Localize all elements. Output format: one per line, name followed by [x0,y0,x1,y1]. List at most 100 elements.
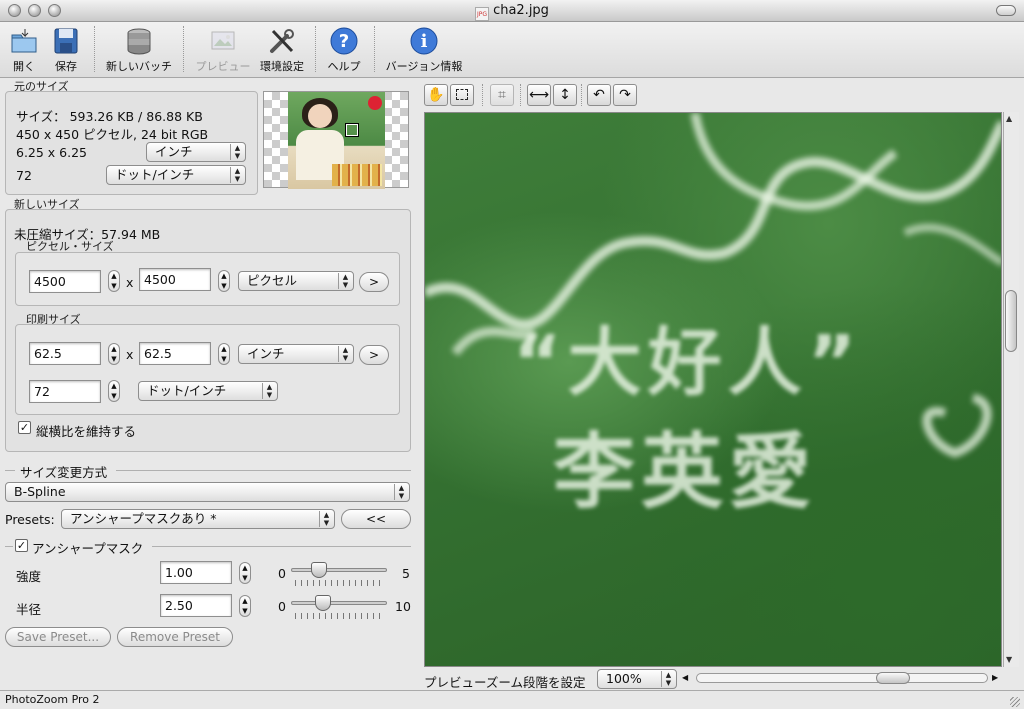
strength-input[interactable]: 1.00 [160,561,232,584]
zoom-step-label: プレビューズーム段階を設定 [424,675,586,690]
open-button[interactable]: 開く [6,26,42,74]
pixel-width-input[interactable]: 4500 [29,270,101,293]
remove-preset-button[interactable]: Remove Preset [117,627,233,647]
unsharp-mask-label: アンシャープマスク [32,541,144,556]
radius-max-label: 10 [395,599,411,614]
selection-tool-button[interactable] [450,84,474,106]
original-resolution-text: 72 [16,168,32,183]
preview-canvas[interactable]: “大好人” 李英愛 [424,112,1002,667]
flip-horizontal-button[interactable]: ⟷ [527,84,551,106]
pixel-width-stepper[interactable]: ▲ ▼ [108,270,120,292]
radius-min-label: 0 [278,599,286,614]
version-info-button[interactable]: i バージョン情報 [382,26,466,74]
resolution-input[interactable]: 72 [29,380,101,403]
print-height-input[interactable]: 62.5 [139,342,211,365]
scroll-right-arrow-icon[interactable]: ▶ [992,670,998,686]
resolution-stepper[interactable]: ▲ ▼ [108,380,120,402]
print-width-input[interactable]: 62.5 [29,342,101,365]
zoom-level-select[interactable]: 100% ▲ ▼ [597,669,677,689]
radius-input[interactable]: 2.50 [160,594,232,617]
chevron-updown-icon: ▲ ▼ [338,346,352,362]
toolbar-separator [315,26,316,72]
save-button[interactable]: 保存 [48,26,84,74]
toolbar-separator [482,84,483,106]
scroll-down-arrow-icon[interactable]: ▼ [1006,655,1012,664]
radius-slider-ticks [295,613,383,619]
collapse-presets-button[interactable]: << [341,509,411,529]
new-batch-label: 新しいバッチ [106,60,172,73]
preview-horizontal-scrollbar[interactable]: ◀ ▶ [682,670,1002,686]
strength-min-label: 0 [278,566,286,581]
version-info-label: バージョン情報 [385,60,463,73]
strength-slider-thumb[interactable] [311,562,327,578]
radius-stepper[interactable]: ▲ ▼ [239,595,251,617]
folder-icon [9,26,39,56]
original-resolution-unit-select[interactable]: ドット/インチ ▲ ▼ [106,165,246,185]
pixel-unit-select[interactable]: ピクセル ▲ ▼ [238,271,354,291]
toolbar-toggle-button[interactable] [996,5,1016,16]
preview-button[interactable]: プレビュー [192,26,254,74]
resolution-unit-select[interactable]: ドット/インチ ▲ ▼ [138,381,278,401]
horizontal-arrows-icon: ⟷ [528,87,550,103]
chevron-updown-icon: ▲ ▼ [319,511,333,527]
resize-method-select[interactable]: B-Spline ▲ ▼ [5,482,410,502]
scroll-left-arrow-icon[interactable]: ◀ [682,670,688,686]
rotate-left-button[interactable]: ↶ [587,84,611,106]
divider [152,546,411,547]
strength-max-label: 5 [402,566,410,581]
thumbnail-preview[interactable] [263,91,409,189]
toolbar-separator [183,26,184,72]
times-symbol: x [126,347,134,362]
pixel-size-expand-button[interactable]: > [359,272,389,292]
help-button[interactable]: ? ヘルプ [324,26,364,74]
divider [5,546,13,547]
preview-label: プレビュー [195,60,251,73]
radius-slider-thumb[interactable] [315,595,331,611]
new-batch-button[interactable]: 新しいバッチ [102,26,176,74]
chevron-updown-icon: ▲ ▼ [230,167,244,183]
horizontal-scroll-thumb[interactable] [876,672,910,684]
preferences-button[interactable]: 環境設定 [258,26,306,74]
strength-stepper[interactable]: ▲ ▼ [239,562,251,584]
print-unit-select[interactable]: インチ ▲ ▼ [238,344,354,364]
presets-select[interactable]: アンシャープマスクあり * ▲ ▼ [61,509,335,529]
tools-icon [267,26,297,56]
original-unit-select[interactable]: インチ ▲ ▼ [146,142,246,162]
preview-text-line1: “大好人” [513,320,863,406]
pixel-unit-value: ピクセル [247,273,298,288]
preview-vertical-scrollbar[interactable] [1003,112,1019,667]
vertical-arrows-icon: ↕ [559,87,571,103]
marquee-select-icon [456,89,468,100]
pixel-height-input[interactable]: 4500 [139,268,211,291]
pixel-dimensions-text: 450 x 450 ピクセル, 24 bit RGB [16,127,209,142]
pixel-height-stepper[interactable]: ▲ ▼ [218,270,230,292]
status-bar: PhotoZoom Pro 2 [0,690,1024,709]
save-label: 保存 [55,60,77,73]
keep-aspect-ratio-checkbox[interactable]: ✓ [18,421,31,434]
print-size-expand-button[interactable]: > [359,345,389,365]
unsharp-mask-checkbox[interactable]: ✓ [15,539,28,552]
save-preset-button[interactable]: Save Preset... [5,627,111,647]
app-name: PhotoZoom Pro 2 [5,693,100,706]
flip-vertical-button[interactable]: ↕ [553,84,577,106]
original-unit-value: インチ [155,144,193,159]
chevron-updown-icon: ▲ ▼ [661,671,675,687]
original-res-unit-value: ドット/インチ [115,167,195,182]
presets-value: アンシャープマスクあり * [70,511,217,526]
hand-tool-button[interactable]: ✋ [424,84,448,106]
crop-tool-button[interactable]: ⌗ [490,84,514,106]
print-width-stepper[interactable]: ▲ ▼ [108,343,120,365]
radius-slider[interactable] [291,595,387,621]
thumbnail-viewport-marker[interactable] [345,123,359,137]
rotate-right-button[interactable]: ↷ [613,84,637,106]
toolbar-separator [581,84,582,106]
print-height-stepper[interactable]: ▲ ▼ [218,343,230,365]
print-unit-value: インチ [247,346,285,361]
resize-grip-icon[interactable] [1010,697,1020,707]
toolbar-separator [94,26,95,72]
vertical-scroll-thumb[interactable] [1005,290,1017,352]
info-icon: i [409,26,439,56]
strength-slider[interactable] [291,562,387,588]
scroll-up-arrow-icon[interactable]: ▲ [1006,114,1012,123]
chevron-updown-icon: ▲ ▼ [394,484,408,500]
